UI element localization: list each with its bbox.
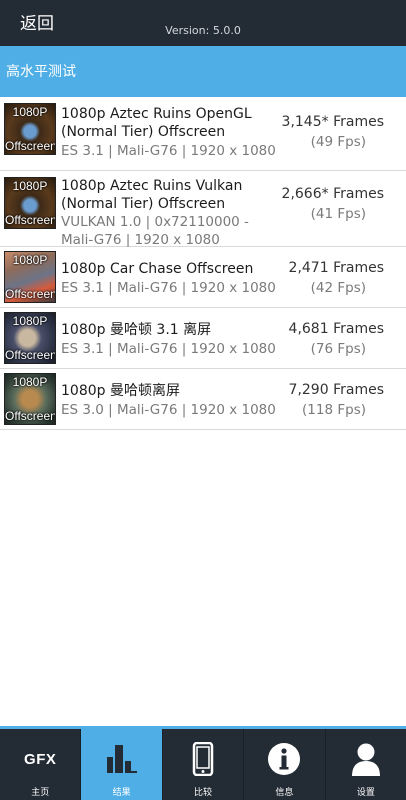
tab-label: 比较 <box>194 788 213 798</box>
score-fps: (41 Fps) <box>310 206 366 222</box>
tab-label: 主页 <box>31 788 50 798</box>
bottom-nav: GFX 主页 结果 比较 信息 设置 <box>0 726 406 800</box>
result-row-aztec-vulkan[interactable]: 1080P Offscreen 1080p Aztec Ruins Vulkan… <box>0 171 406 248</box>
score-fps: (76 Fps) <box>310 341 366 357</box>
thumb-resolution-label: 1080P <box>12 105 48 119</box>
result-row-manhattan[interactable]: 1080P Offscreen 1080p 曼哈顿离屏 ES 3.0 | Mal… <box>0 369 406 430</box>
thumb-resolution-label: 1080P <box>12 314 48 328</box>
thumb-mode-label: Offscreen <box>5 139 56 153</box>
gfx-logo-text: GFX <box>24 750 57 768</box>
tab-results[interactable]: 结果 <box>81 729 163 800</box>
version-text: Version: 5.0.0 <box>165 24 241 37</box>
tab-label: 设置 <box>356 788 375 798</box>
test-meta: VULKAN 1.0 | 0x72110000 - <box>61 214 249 230</box>
gfx-logo-icon: GFX <box>0 742 80 776</box>
thumb-mode-label: Offscreen <box>5 409 56 423</box>
tab-info[interactable]: 信息 <box>244 729 326 800</box>
thumb-mode-label: Offscreen <box>5 348 56 362</box>
test-meta: ES 3.1 | Mali-G76 | 1920 x 1080 <box>61 143 276 159</box>
test-meta: ES 3.1 | Mali-G76 | 1920 x 1080 <box>61 341 276 357</box>
tab-label: 信息 <box>275 788 294 798</box>
score-fps: (49 Fps) <box>310 134 366 150</box>
test-title: 1080p 曼哈顿离屏 <box>61 383 180 399</box>
thumb-resolution-label: 1080P <box>12 375 48 389</box>
results-list: 1080P Offscreen 1080p Aztec Ruins OpenGL… <box>0 97 406 430</box>
test-title: 1080p 曼哈顿 3.1 离屏 <box>61 322 212 338</box>
user-icon <box>326 742 406 776</box>
score-frames: 2,666* Frames <box>281 186 384 202</box>
manhattan-31-thumbnail: 1080P Offscreen <box>4 312 56 364</box>
info-icon <box>244 742 324 776</box>
version-label: Version: 5.0.0 <box>0 24 406 37</box>
test-title-line2: (Normal Tier) Offscreen <box>61 196 226 212</box>
test-title: 1080p Aztec Ruins OpenGL <box>61 106 252 122</box>
thumb-resolution-label: 1080P <box>12 179 48 193</box>
test-meta: ES 3.1 | Mali-G76 | 1920 x 1080 <box>61 280 276 296</box>
manhattan-thumbnail: 1080P Offscreen <box>4 373 56 425</box>
aztec-opengl-thumbnail: 1080P Offscreen <box>4 103 56 155</box>
tab-label: 结果 <box>112 788 131 798</box>
test-meta: ES 3.0 | Mali-G76 | 1920 x 1080 <box>61 402 276 418</box>
bar-chart-icon <box>81 742 161 776</box>
result-row-manhattan-31[interactable]: 1080P Offscreen 1080p 曼哈顿 3.1 离屏 ES 3.1 … <box>0 308 406 369</box>
top-bar: 返回 Version: 5.0.0 <box>0 0 406 46</box>
section-header: 高水平测试 <box>0 46 406 97</box>
score-frames: 3,145* Frames <box>281 114 384 130</box>
aztec-vulkan-thumbnail: 1080P Offscreen <box>4 177 56 229</box>
result-row-aztec-opengl[interactable]: 1080P Offscreen 1080p Aztec Ruins OpenGL… <box>0 97 406 171</box>
score-frames: 2,471 Frames <box>288 260 384 276</box>
result-row-car-chase[interactable]: 1080P Offscreen 1080p Car Chase Offscree… <box>0 247 406 308</box>
score-fps: (42 Fps) <box>310 280 366 296</box>
car-chase-thumbnail: 1080P Offscreen <box>4 251 56 303</box>
thumb-mode-label: Offscreen <box>5 287 56 301</box>
test-title-line2: (Normal Tier) Offscreen <box>61 124 226 140</box>
test-title: 1080p Aztec Ruins Vulkan <box>61 178 243 194</box>
test-title: 1080p Car Chase Offscreen <box>61 261 254 277</box>
tab-compare[interactable]: 比较 <box>163 729 245 800</box>
thumb-resolution-label: 1080P <box>12 253 48 267</box>
phone-icon <box>163 742 243 776</box>
thumb-mode-label: Offscreen <box>5 213 56 227</box>
score-fps: (118 Fps) <box>302 402 366 418</box>
tab-settings[interactable]: 设置 <box>326 729 406 800</box>
score-frames: 7,290 Frames <box>288 382 384 398</box>
score-frames: 4,681 Frames <box>288 321 384 337</box>
tab-home[interactable]: GFX 主页 <box>0 729 82 800</box>
